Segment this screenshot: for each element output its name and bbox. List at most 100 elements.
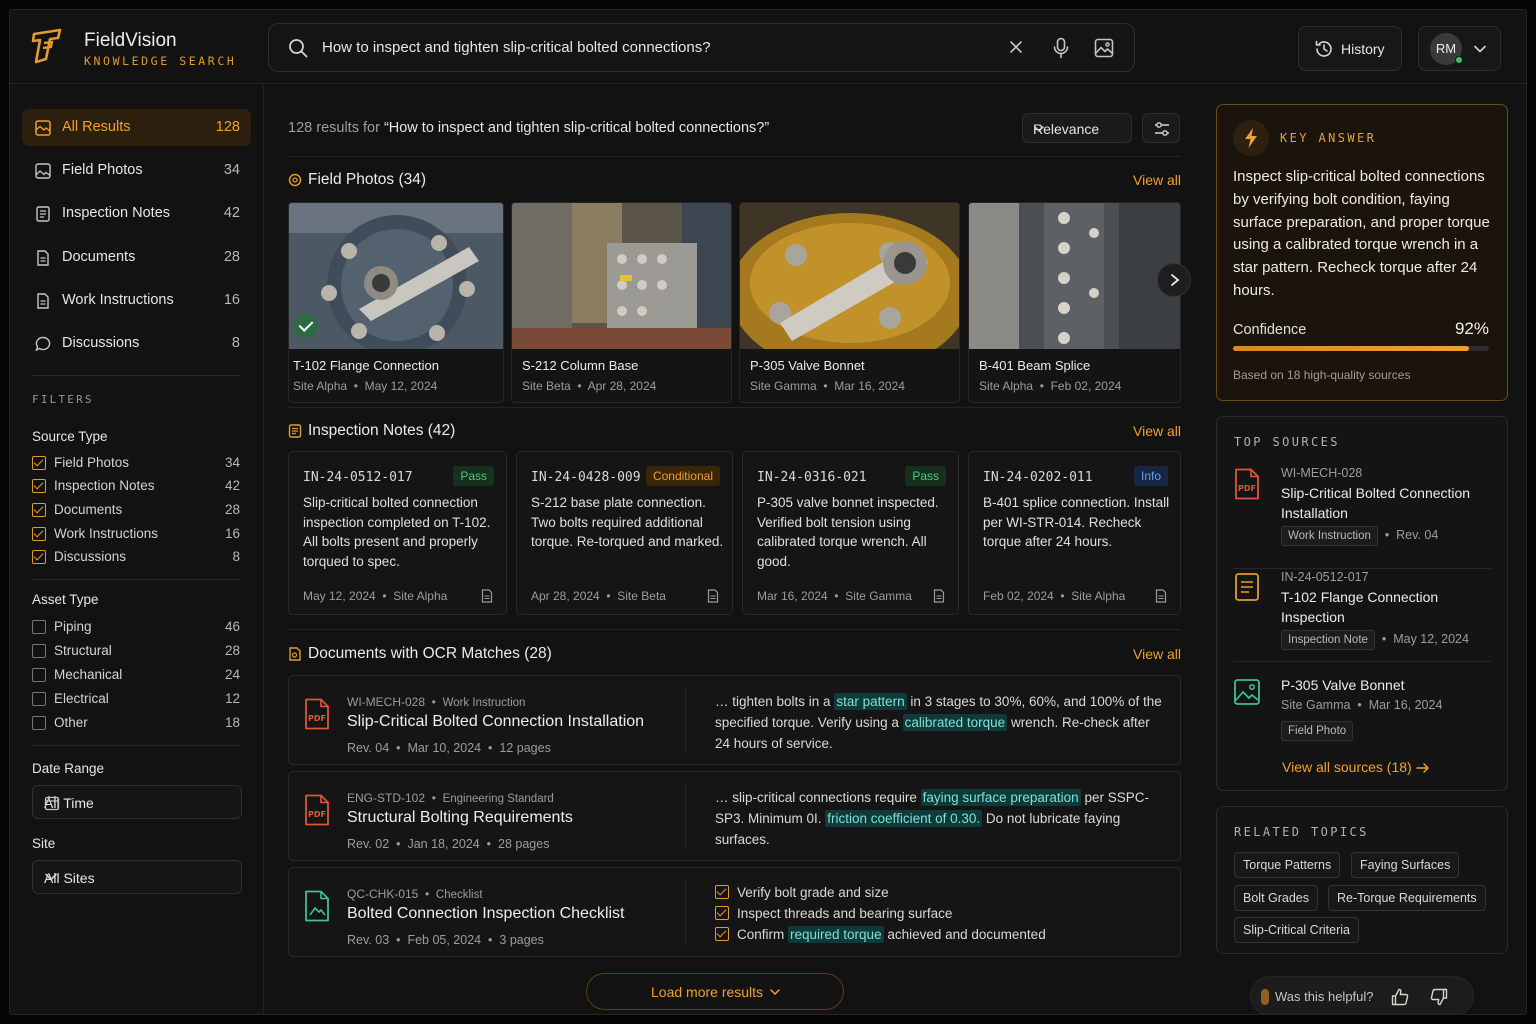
photo-title: P-305 Valve Bonnet [750, 358, 865, 373]
topic-chip[interactable]: Torque Patterns [1234, 852, 1341, 878]
avatar[interactable]: RM [1430, 33, 1463, 65]
filter-asset-piping[interactable]: Piping 46 [32, 618, 240, 638]
checkbox[interactable] [32, 716, 46, 730]
filter-count: 46 [224, 619, 240, 634]
image-search-icon[interactable] [1094, 38, 1114, 58]
chevron-down-icon [44, 870, 231, 884]
checkbox[interactable] [32, 692, 46, 706]
inspection-note-card[interactable]: IN-24-0316-021 Pass P-305 valve bonnet i… [742, 451, 959, 615]
topic-chip[interactable]: Slip-Critical Criteria [1234, 917, 1359, 943]
photo-thumbnail[interactable] [512, 203, 731, 349]
filter-source-work-instructions[interactable]: Work Instructions 16 [32, 525, 240, 545]
view-all-photos-link[interactable]: View all [1133, 172, 1181, 188]
source-item[interactable]: P-305 Valve Bonnet Site Gamma • Mar 16, … [1233, 676, 1491, 746]
view-all-sources-link[interactable]: View all sources (18) [1282, 759, 1430, 777]
view-all-documents-link[interactable]: View all [1133, 646, 1181, 662]
filter-asset-other[interactable]: Other 18 [32, 714, 240, 734]
sidebar-item-count: 8 [231, 335, 240, 351]
status-badge: Conditional [645, 466, 720, 486]
document-icon[interactable] [481, 589, 493, 603]
divider [685, 784, 686, 850]
topic-chip[interactable]: Bolt Grades [1234, 885, 1319, 911]
sidebar-item-documents[interactable]: Documents 28 [22, 239, 251, 276]
search-bar[interactable]: How to inspect and tighten slip-critical… [268, 23, 1135, 72]
sidebar-item-inspection-notes[interactable]: Inspection Notes 42 [22, 195, 251, 232]
key-answer-label: KEY ANSWER [1280, 131, 1377, 145]
date-range-select[interactable]: All Time [32, 785, 242, 819]
checkbox[interactable] [32, 479, 46, 493]
photo-thumbnail[interactable] [289, 203, 503, 355]
source-date: May 12, 2024 [1393, 632, 1469, 646]
checkbox[interactable] [32, 503, 46, 517]
filter-source-documents[interactable]: Documents 28 [32, 501, 240, 521]
fieldvision-logo-icon[interactable] [30, 28, 66, 67]
sidebar-item-all-results[interactable]: All Results 128 [22, 109, 251, 146]
inspection-note-card[interactable]: IN-24-0428-009 Conditional S-212 base pl… [516, 451, 733, 615]
document-code: WI-MECH-028 [347, 695, 426, 709]
sources-basis: Based on 18 high-quality sources [1233, 368, 1411, 382]
checkbox[interactable] [32, 644, 46, 658]
note-id: IN-24-0512-017 [303, 470, 413, 485]
load-more-button[interactable]: Load more results [586, 973, 844, 1010]
divider [288, 156, 1181, 157]
checkbox[interactable] [32, 456, 46, 470]
filter-source-field-photos[interactable]: Field Photos 34 [32, 454, 240, 474]
carousel-next-button[interactable] [1157, 263, 1191, 297]
inspection-note-card[interactable]: IN-24-0512-017 Pass Slip-critical bolted… [288, 451, 507, 615]
sort-dropdown[interactable]: Relevance [1022, 113, 1132, 143]
history-button[interactable]: History [1298, 26, 1402, 71]
filter-asset-mechanical[interactable]: Mechanical 24 [32, 666, 240, 686]
checkbox[interactable] [32, 620, 46, 634]
microphone-icon[interactable] [1052, 37, 1070, 59]
search-input[interactable]: How to inspect and tighten slip-critical… [322, 39, 711, 56]
glow-accent [1261, 989, 1269, 1005]
photo-card[interactable]: T-102 Flange Connection Site Alpha • May… [288, 202, 504, 403]
document-result-card[interactable]: PDF WI-MECH-028 • Work Instruction Slip-… [288, 675, 1181, 765]
photo-thumbnail[interactable] [740, 203, 959, 373]
sidebar-item-field-photos[interactable]: Field Photos 34 [22, 152, 251, 189]
filter-settings-button[interactable] [1142, 113, 1180, 143]
sidebar-item-count: 42 [223, 205, 240, 221]
document-result-card[interactable]: QC-CHK-015 • Checklist Bolted Connection… [288, 867, 1181, 957]
photo-title: B-401 Beam Splice [979, 358, 1091, 373]
note-date: May 12, 2024 [303, 589, 376, 603]
document-pages: 3 pages [499, 933, 544, 947]
source-item[interactable]: IN-24-0512-017 T-102 Flange Connection I… [1233, 570, 1491, 662]
view-all-sources-label: View all sources (18) [1282, 759, 1412, 775]
filter-source-inspection-notes[interactable]: Inspection Notes 42 [32, 477, 240, 497]
view-all-notes-link[interactable]: View all [1133, 423, 1181, 439]
clear-search-icon[interactable] [1008, 39, 1024, 55]
checkbox[interactable] [32, 527, 46, 541]
results-query: “How to inspect and tighten slip-critica… [383, 120, 770, 136]
filter-asset-structural[interactable]: Structural 28 [32, 642, 240, 662]
document-result-card[interactable]: PDF ENG-STD-102 • Engineering Standard S… [288, 771, 1181, 861]
photo-card[interactable]: B-401 Beam Splice Site Alpha • Feb 02, 2… [968, 202, 1181, 403]
topic-chip[interactable]: Faying Surfaces [1351, 852, 1460, 878]
inspection-notes-section-header: Inspection Notes (42) View all [288, 421, 1181, 443]
document-icon[interactable] [933, 589, 945, 603]
source-item[interactable]: PDF WI-MECH-028 Slip-Critical Bolted Con… [1233, 466, 1491, 569]
sidebar-item-discussions[interactable]: Discussions 8 [22, 325, 251, 362]
filter-asset-electrical[interactable]: Electrical 12 [32, 690, 240, 710]
thumbs-down-icon[interactable] [1430, 988, 1448, 1006]
user-menu[interactable]: RM [1418, 26, 1501, 71]
topic-chip[interactable]: Re-Torque Requirements [1328, 885, 1486, 911]
site-select[interactable]: All Sites [32, 860, 242, 894]
app-name: FieldVision [84, 30, 177, 51]
photo-card[interactable]: P-305 Valve Bonnet Site Gamma • Mar 16, … [739, 202, 960, 403]
chevron-down-icon[interactable] [1473, 42, 1487, 56]
photo-thumbnail[interactable] [969, 203, 1180, 349]
related-topics-heading: RELATED TOPICS [1234, 825, 1369, 839]
verified-check-icon [294, 314, 318, 338]
inspection-note-card[interactable]: IN-24-0202-011 Info B-401 splice connect… [968, 451, 1181, 615]
filter-source-discussions[interactable]: Discussions 8 [32, 548, 240, 568]
checklist-text: Inspect threads and bearing surface [737, 906, 953, 921]
checkbox[interactable] [32, 668, 46, 682]
checkbox[interactable] [32, 550, 46, 564]
sidebar-item-work-instructions[interactable]: Work Instructions 16 [22, 282, 251, 319]
document-type: Checklist [435, 889, 483, 901]
document-icon[interactable] [707, 589, 719, 603]
photo-card[interactable]: S-212 Column Base Site Beta • Apr 28, 20… [511, 202, 732, 403]
document-icon[interactable] [1155, 589, 1167, 603]
thumbs-up-icon[interactable] [1391, 988, 1409, 1006]
